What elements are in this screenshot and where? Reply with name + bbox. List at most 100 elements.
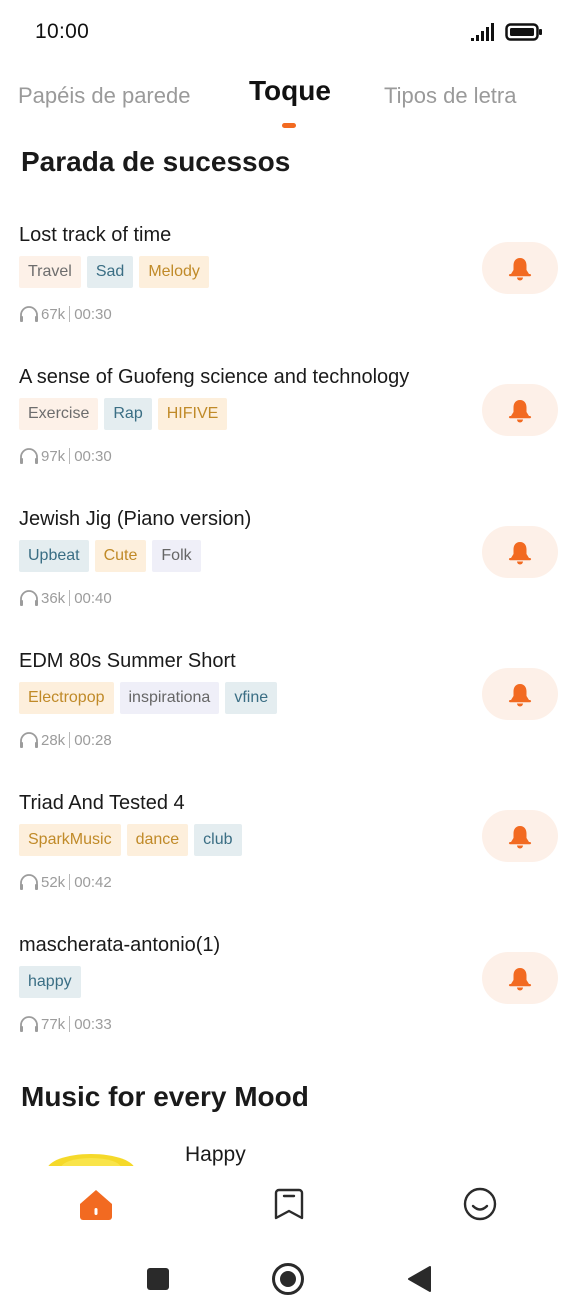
tag[interactable]: Folk bbox=[152, 540, 201, 572]
tag[interactable]: SparkMusic bbox=[19, 824, 121, 856]
set-ringtone-button[interactable] bbox=[482, 384, 558, 436]
status-bar: 10:00 bbox=[0, 0, 577, 64]
play-count: 97k bbox=[41, 447, 66, 465]
bell-icon bbox=[509, 826, 531, 849]
bell-icon bbox=[509, 258, 531, 281]
song-duration: 00:33 bbox=[74, 1015, 112, 1033]
signal-icon bbox=[471, 23, 494, 41]
tag[interactable]: Electropop bbox=[19, 682, 114, 714]
song-item[interactable]: Jewish Jig (Piano version) Upbeat Cute F… bbox=[0, 508, 577, 638]
tag[interactable]: Travel bbox=[19, 256, 81, 288]
meta-divider bbox=[69, 306, 71, 322]
song-duration: 00:30 bbox=[74, 305, 112, 323]
set-ringtone-button[interactable] bbox=[482, 526, 558, 578]
tag[interactable]: Cute bbox=[94, 540, 147, 572]
song-item[interactable]: Lost track of time Travel Sad Melody 67k… bbox=[0, 224, 577, 354]
song-item[interactable]: Triad And Tested 4 SparkMusic dance club… bbox=[0, 792, 577, 922]
song-title: EDM 80s Summer Short bbox=[19, 650, 236, 672]
battery-icon bbox=[505, 23, 542, 41]
tag[interactable]: dance bbox=[126, 824, 189, 856]
tag[interactable]: Melody bbox=[139, 256, 209, 288]
hits-section-title: Parada de sucessos bbox=[21, 146, 291, 177]
tag[interactable]: Sad bbox=[86, 256, 134, 288]
back-icon[interactable] bbox=[406, 1265, 432, 1293]
category-tabs: Papéis de parede Toque Tipos de letra bbox=[0, 75, 577, 135]
nav-collection[interactable] bbox=[269, 1184, 309, 1224]
play-count: 67k bbox=[41, 305, 66, 323]
mood-section-title: Music for every Mood bbox=[21, 1081, 309, 1112]
recent-apps-icon[interactable] bbox=[146, 1267, 170, 1291]
song-meta: 52k 00:42 bbox=[19, 872, 112, 892]
song-item[interactable]: A sense of Guofeng science and technolog… bbox=[0, 366, 577, 496]
mood-cover-image[interactable] bbox=[46, 1146, 136, 1166]
tag[interactable]: inspirationa bbox=[119, 682, 220, 714]
tag-list: Exercise Rap HIFIVE bbox=[19, 398, 228, 430]
meta-divider bbox=[69, 448, 71, 464]
song-duration: 00:40 bbox=[74, 589, 112, 607]
tag-list: happy bbox=[19, 966, 81, 998]
song-title: Triad And Tested 4 bbox=[19, 792, 185, 814]
headphones-icon bbox=[20, 1016, 38, 1032]
bottom-nav bbox=[0, 1166, 577, 1238]
tag[interactable]: HIFIVE bbox=[157, 398, 228, 430]
meta-divider bbox=[69, 1016, 71, 1032]
tag-list: SparkMusic dance club bbox=[19, 824, 242, 856]
song-duration: 00:30 bbox=[74, 447, 112, 465]
headphones-icon bbox=[20, 732, 38, 748]
song-meta: 77k 00:33 bbox=[19, 1014, 112, 1034]
song-item[interactable]: mascherata-antonio(1) happy 77k 00:33 bbox=[0, 934, 577, 1064]
home-button-icon[interactable] bbox=[271, 1262, 305, 1296]
mood-label[interactable]: Happy bbox=[185, 1143, 246, 1166]
tag-list: Electropop inspirationa vfine bbox=[19, 682, 278, 714]
headphones-icon bbox=[20, 306, 38, 322]
song-item[interactable]: EDM 80s Summer Short Electropop inspirat… bbox=[0, 650, 577, 780]
song-title: A sense of Guofeng science and technolog… bbox=[19, 366, 410, 388]
headphones-icon bbox=[20, 590, 38, 606]
headphones-icon bbox=[20, 874, 38, 890]
tab-fonts[interactable]: Tipos de letra bbox=[384, 83, 516, 109]
meta-divider bbox=[69, 732, 71, 748]
meta-divider bbox=[69, 590, 71, 606]
active-tab-indicator bbox=[282, 123, 296, 128]
headphones-icon bbox=[20, 448, 38, 464]
tag[interactable]: Exercise bbox=[19, 398, 99, 430]
bell-icon bbox=[509, 968, 531, 991]
song-title: mascherata-antonio(1) bbox=[19, 934, 221, 956]
system-nav-bar bbox=[0, 1240, 577, 1316]
smiley-icon bbox=[463, 1187, 497, 1221]
play-count: 28k bbox=[41, 731, 66, 749]
song-meta: 28k 00:28 bbox=[19, 730, 112, 750]
song-meta: 36k 00:40 bbox=[19, 588, 112, 608]
song-meta: 97k 00:30 bbox=[19, 446, 112, 466]
set-ringtone-button[interactable] bbox=[482, 242, 558, 294]
play-count: 77k bbox=[41, 1015, 66, 1033]
song-duration: 00:28 bbox=[74, 731, 112, 749]
tag[interactable]: Rap bbox=[104, 398, 152, 430]
nav-profile[interactable] bbox=[460, 1184, 500, 1224]
bell-icon bbox=[509, 542, 531, 565]
song-title: Jewish Jig (Piano version) bbox=[19, 508, 252, 530]
tag-list: Upbeat Cute Folk bbox=[19, 540, 201, 572]
play-count: 52k bbox=[41, 873, 66, 891]
nav-home[interactable] bbox=[76, 1184, 116, 1224]
tag[interactable]: club bbox=[194, 824, 242, 856]
tag[interactable]: vfine bbox=[225, 682, 278, 714]
set-ringtone-button[interactable] bbox=[482, 810, 558, 862]
tab-ringtones[interactable]: Toque bbox=[249, 75, 331, 107]
set-ringtone-button[interactable] bbox=[482, 668, 558, 720]
status-time: 10:00 bbox=[35, 20, 90, 43]
tab-wallpapers[interactable]: Papéis de parede bbox=[18, 83, 190, 109]
bell-icon bbox=[509, 400, 531, 423]
song-duration: 00:42 bbox=[74, 873, 112, 891]
meta-divider bbox=[69, 874, 71, 890]
tag[interactable]: happy bbox=[19, 966, 81, 998]
song-meta: 67k 00:30 bbox=[19, 304, 112, 324]
song-title: Lost track of time bbox=[19, 224, 172, 246]
bookmark-icon bbox=[274, 1188, 304, 1220]
set-ringtone-button[interactable] bbox=[482, 952, 558, 1004]
play-count: 36k bbox=[41, 589, 66, 607]
tag[interactable]: Upbeat bbox=[19, 540, 89, 572]
home-icon bbox=[80, 1190, 112, 1220]
bell-icon bbox=[509, 684, 531, 707]
tag-list: Travel Sad Melody bbox=[19, 256, 209, 288]
